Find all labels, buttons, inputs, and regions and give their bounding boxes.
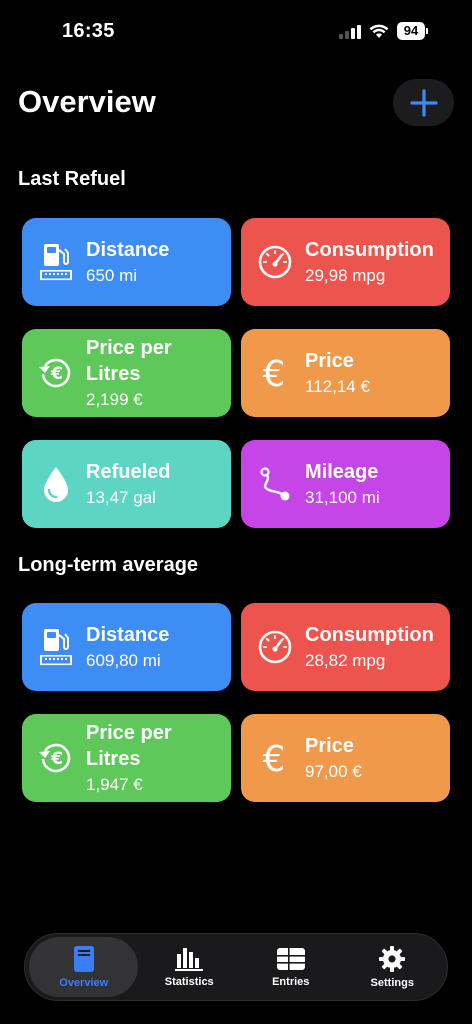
battery-level: 94 <box>397 22 425 40</box>
wifi-icon <box>369 24 389 38</box>
tab-label: Entries <box>272 976 310 988</box>
tab-entries[interactable]: Entries <box>240 937 342 997</box>
status-time: 16:35 <box>62 20 115 42</box>
gauge-icon <box>255 627 295 667</box>
gear-icon <box>379 946 406 972</box>
svg-text:€: € <box>263 354 286 392</box>
tab-settings[interactable]: Settings <box>342 937 444 997</box>
card-label: Price per Litres <box>86 721 172 770</box>
card-mileage[interactable]: Mileage 31,100 mi <box>241 440 450 528</box>
euro-refresh-icon: € <box>36 738 76 778</box>
tab-bar: Overview Statistics Entries Settings <box>24 933 448 1001</box>
svg-text:€: € <box>50 364 63 384</box>
battery-icon: 94 <box>397 22 428 40</box>
card-value: 28,82 mpg <box>305 650 386 670</box>
add-entry-button[interactable] <box>393 79 454 126</box>
card-label: Price <box>305 734 354 757</box>
bar-chart-icon <box>175 948 204 971</box>
card-label: Refueled <box>86 460 171 483</box>
status-icons: 94 <box>339 22 428 40</box>
table-icon <box>276 948 305 970</box>
route-icon <box>255 464 295 504</box>
gauge-icon <box>255 242 295 282</box>
tab-label: Settings <box>370 977 414 989</box>
cellular-signal-icon <box>339 23 361 39</box>
card-distance[interactable]: Distance 609,80 mi <box>22 603 231 691</box>
drop-icon <box>36 464 76 504</box>
card-consumption[interactable]: Consumption 28,82 mpg <box>241 603 450 691</box>
card-label: Price per Litres <box>86 336 172 385</box>
euro-icon: € <box>255 738 295 778</box>
fuel-pump-icon <box>36 627 76 667</box>
svg-text:€: € <box>263 739 286 777</box>
card-value: 650 mi <box>86 265 138 285</box>
tab-label: Statistics <box>164 976 214 988</box>
euro-refresh-icon: € <box>36 353 76 393</box>
card-price[interactable]: € Price 112,14 € <box>241 329 450 417</box>
card-value: 29,98 mpg <box>305 265 386 285</box>
card-distance[interactable]: Distance 650 mi <box>22 218 231 306</box>
plus-icon <box>409 88 438 117</box>
section-title-last-refuel: Last Refuel <box>18 168 126 190</box>
card-label: Consumption <box>305 238 434 261</box>
card-price[interactable]: € Price 97,00 € <box>241 714 450 802</box>
card-label: Distance <box>86 623 170 646</box>
card-value: 97,00 € <box>305 761 362 781</box>
card-value: 31,100 mi <box>305 487 380 507</box>
card-label: Mileage <box>305 460 379 483</box>
card-value: 609,80 mi <box>86 650 161 670</box>
tab-statistics[interactable]: Statistics <box>138 937 240 997</box>
last-refuel-grid: Distance 650 mi Consumption 29,98 mpg € … <box>22 218 450 528</box>
card-price-per-litres[interactable]: € Price per Litres 1,947 € <box>22 714 231 802</box>
card-price-per-litres[interactable]: € Price per Litres 2,199 € <box>22 329 231 417</box>
long-term-grid: Distance 609,80 mi Consumption 28,82 mpg <box>22 603 450 802</box>
card-value: 13,47 gal <box>86 487 156 507</box>
card-refueled[interactable]: Refueled 13,47 gal <box>22 440 231 528</box>
tab-overview[interactable]: Overview <box>29 937 139 997</box>
section-title-long-term-average: Long-term average <box>18 554 199 576</box>
page-title: Overview <box>18 84 156 119</box>
card-consumption[interactable]: Consumption 29,98 mpg <box>241 218 450 306</box>
euro-icon: € <box>255 353 295 393</box>
svg-text:€: € <box>50 749 63 769</box>
card-value: 1,947 € <box>86 774 143 794</box>
card-label: Consumption <box>305 623 434 646</box>
tab-label: Overview <box>59 977 109 989</box>
fuel-pump-icon <box>73 946 94 972</box>
card-label: Price <box>305 349 354 372</box>
status-bar: 16:35 94 <box>0 0 472 60</box>
card-value: 112,14 € <box>305 376 370 396</box>
card-label: Distance <box>86 238 170 261</box>
fuel-pump-icon <box>36 242 76 282</box>
card-value: 2,199 € <box>86 389 143 409</box>
